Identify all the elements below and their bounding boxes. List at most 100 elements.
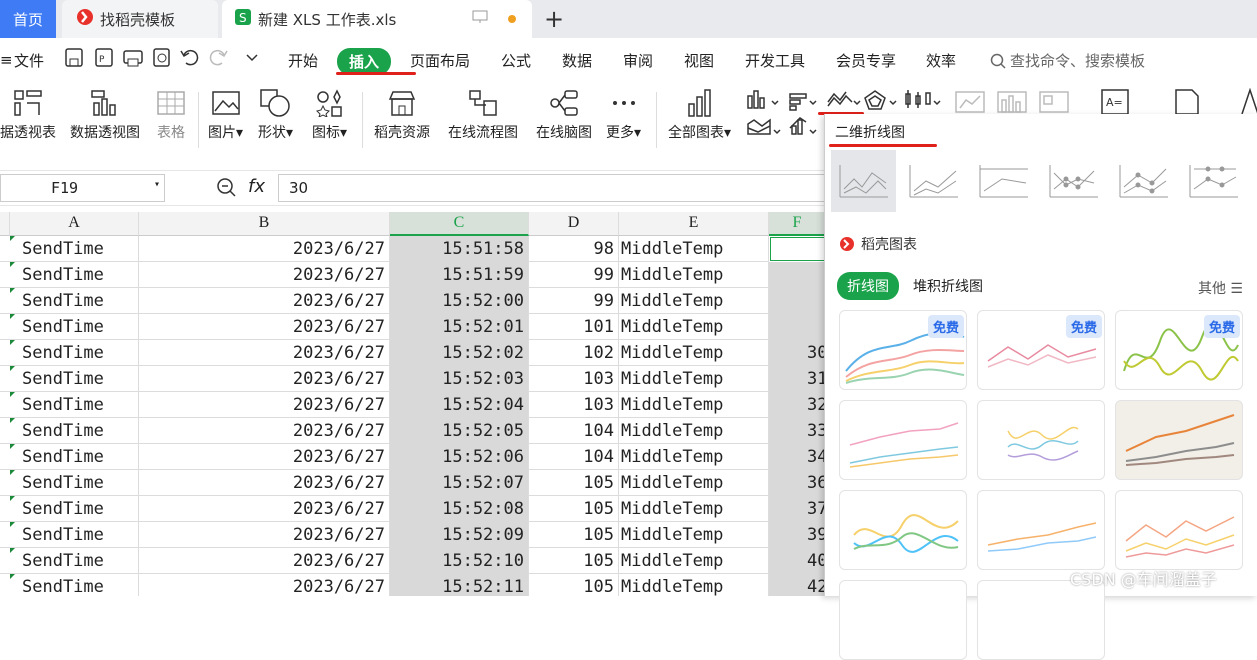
cell-time[interactable]: 15:52:02 bbox=[390, 340, 529, 366]
screen-icon[interactable] bbox=[472, 10, 488, 28]
cell-tag[interactable]: MiddleTemp bbox=[619, 262, 769, 288]
cell-send-time-label[interactable]: SendTime bbox=[10, 496, 139, 522]
cell-tag[interactable]: MiddleTemp bbox=[619, 366, 769, 392]
cell-f-value[interactable]: 34 bbox=[769, 444, 826, 470]
cell-date[interactable]: 2023/6/27 bbox=[139, 522, 390, 548]
cell-time[interactable]: 15:51:59 bbox=[390, 262, 529, 288]
column-header-c[interactable]: C bbox=[390, 212, 529, 236]
command-search[interactable]: 查找命令、搜索模板 bbox=[990, 50, 1145, 71]
template-card[interactable] bbox=[1115, 400, 1243, 480]
percent-marker-line-chart-type[interactable] bbox=[1181, 150, 1246, 212]
cell-value[interactable]: 102 bbox=[529, 340, 619, 366]
name-box[interactable]: F19 ▾ bbox=[0, 174, 165, 202]
menu-insert[interactable]: 插入 bbox=[337, 48, 392, 75]
cell-date[interactable]: 2023/6/27 bbox=[139, 470, 390, 496]
cell-f-value[interactable] bbox=[769, 314, 826, 340]
tab-stacked-line-chart[interactable]: 堆积折线图 bbox=[913, 276, 983, 296]
mindmap-button[interactable]: 在线脑图 bbox=[536, 86, 592, 142]
cell-f-value[interactable]: 37 bbox=[769, 496, 826, 522]
column-header-a[interactable]: A bbox=[10, 212, 139, 236]
menu-formula[interactable]: 公式 bbox=[501, 50, 531, 71]
flowchart-button[interactable]: 在线流程图 bbox=[448, 86, 518, 142]
cell-time[interactable]: 15:52:10 bbox=[390, 548, 529, 574]
cell-f-value[interactable]: 36 bbox=[769, 470, 826, 496]
tab-daoke-templates[interactable]: 找稻壳模板 bbox=[62, 0, 218, 38]
percent-line-chart-type[interactable] bbox=[971, 150, 1036, 212]
template-card[interactable] bbox=[1115, 490, 1243, 570]
cell-f-value[interactable]: 40 bbox=[769, 548, 826, 574]
cell-tag[interactable]: MiddleTemp bbox=[619, 444, 769, 470]
pivot-table-button[interactable]: 据透视表 bbox=[0, 86, 56, 142]
cell-send-time-label[interactable]: SendTime bbox=[10, 314, 139, 340]
spreadsheet-grid[interactable]: A B C D E F SendTime 2023/6/27 15:51:58 98 M… bbox=[0, 212, 826, 596]
all-charts-button[interactable]: 全部图表▾ bbox=[668, 86, 731, 142]
cell-send-time-label[interactable]: SendTime bbox=[10, 522, 139, 548]
menu-file[interactable]: 文件 bbox=[14, 50, 44, 71]
template-card[interactable]: 免费 bbox=[977, 310, 1105, 390]
tab-home[interactable]: 首页 bbox=[0, 0, 56, 38]
template-card[interactable] bbox=[977, 490, 1105, 570]
cell-value[interactable]: 105 bbox=[529, 470, 619, 496]
cell-value[interactable]: 105 bbox=[529, 574, 619, 596]
cell-send-time-label[interactable]: SendTime bbox=[10, 236, 139, 262]
cell-date[interactable]: 2023/6/27 bbox=[139, 548, 390, 574]
cell-date[interactable]: 2023/6/27 bbox=[139, 262, 390, 288]
cell-time[interactable]: 15:52:05 bbox=[390, 418, 529, 444]
menu-review[interactable]: 审阅 bbox=[623, 50, 653, 71]
column-header-f[interactable]: F bbox=[769, 212, 826, 236]
cell-tag[interactable]: MiddleTemp bbox=[619, 574, 769, 596]
cell-value[interactable]: 105 bbox=[529, 548, 619, 574]
cell-value[interactable]: 105 bbox=[529, 496, 619, 522]
cell-time[interactable]: 15:52:09 bbox=[390, 522, 529, 548]
cell-value[interactable]: 101 bbox=[529, 314, 619, 340]
cell-time[interactable]: 15:52:03 bbox=[390, 366, 529, 392]
icon-button[interactable]: 图标▾ bbox=[312, 86, 347, 142]
new-tab-button[interactable]: + bbox=[544, 0, 564, 38]
cell-tag[interactable]: MiddleTemp bbox=[619, 288, 769, 314]
shape-button[interactable]: 形状▾ bbox=[258, 86, 293, 142]
cell-time[interactable]: 15:52:08 bbox=[390, 496, 529, 522]
cell-value[interactable]: 99 bbox=[529, 262, 619, 288]
table-button[interactable]: 表格 bbox=[156, 86, 186, 142]
line-chart-type[interactable] bbox=[831, 150, 896, 212]
cell-date[interactable]: 2023/6/27 bbox=[139, 392, 390, 418]
formula-input[interactable]: 30 bbox=[278, 174, 878, 202]
cell-send-time-label[interactable]: SendTime bbox=[10, 418, 139, 444]
daoke-resource-button[interactable]: 稻壳资源 bbox=[374, 86, 430, 142]
cell-tag[interactable]: MiddleTemp bbox=[619, 470, 769, 496]
cell-value[interactable]: 105 bbox=[529, 522, 619, 548]
cell-time[interactable]: 15:52:06 bbox=[390, 444, 529, 470]
cell-date[interactable]: 2023/6/27 bbox=[139, 496, 390, 522]
cell-tag[interactable]: MiddleTemp bbox=[619, 392, 769, 418]
template-card[interactable] bbox=[977, 580, 1105, 660]
quick-access-icons[interactable]: P bbox=[64, 47, 264, 69]
cell-value[interactable]: 98 bbox=[529, 236, 619, 262]
cell-tag[interactable]: MiddleTemp bbox=[619, 236, 769, 262]
column-header-b[interactable]: B bbox=[139, 212, 390, 236]
name-box-dropdown-icon[interactable]: ▾ bbox=[154, 179, 160, 190]
template-card[interactable]: 免费 bbox=[1115, 310, 1243, 390]
cell-time[interactable]: 15:52:01 bbox=[390, 314, 529, 340]
cell-f-value[interactable] bbox=[769, 288, 826, 314]
stacked-line-chart-type[interactable] bbox=[901, 150, 966, 212]
fx-icon[interactable]: fx bbox=[248, 176, 265, 197]
tab-line-chart[interactable]: 折线图 bbox=[837, 272, 899, 300]
cell-send-time-label[interactable]: SendTime bbox=[10, 548, 139, 574]
cell-date[interactable]: 2023/6/27 bbox=[139, 288, 390, 314]
cell-f-value[interactable]: 33 bbox=[769, 418, 826, 444]
cell-date[interactable]: 2023/6/27 bbox=[139, 418, 390, 444]
cell-tag[interactable]: MiddleTemp bbox=[619, 548, 769, 574]
cell-send-time-label[interactable]: SendTime bbox=[10, 262, 139, 288]
cell-f-value[interactable]: 39 bbox=[769, 522, 826, 548]
pivot-chart-button[interactable]: 数据透视图 bbox=[70, 86, 140, 142]
marker-line-chart-type[interactable] bbox=[1041, 150, 1106, 212]
column-header-d[interactable]: D bbox=[529, 212, 619, 236]
picture-button[interactable]: 图片▾ bbox=[208, 86, 243, 142]
template-card[interactable] bbox=[977, 400, 1105, 480]
tab-document[interactable]: S 新建 XLS 工作表.xls bbox=[222, 0, 532, 38]
cell-date[interactable]: 2023/6/27 bbox=[139, 314, 390, 340]
template-card[interactable] bbox=[839, 490, 967, 570]
cell-f-value[interactable]: 42 bbox=[769, 574, 826, 596]
menu-developer[interactable]: 开发工具 bbox=[745, 50, 805, 71]
cell-value[interactable]: 103 bbox=[529, 392, 619, 418]
